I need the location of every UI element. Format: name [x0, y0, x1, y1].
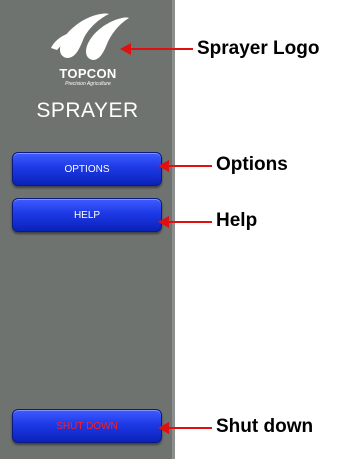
callout-arrows: [120, 43, 212, 434]
options-arrow-icon: [158, 160, 212, 172]
logo-arrow-icon: [120, 43, 193, 55]
callout-help: Help: [216, 210, 258, 231]
callout-options: Options: [216, 154, 288, 175]
callout-shut-down: Shut down: [216, 416, 314, 437]
help-arrow-icon: [158, 216, 212, 228]
callout-sprayer-logo: Sprayer Logo: [197, 38, 320, 59]
shutdown-arrow-icon: [158, 422, 212, 434]
